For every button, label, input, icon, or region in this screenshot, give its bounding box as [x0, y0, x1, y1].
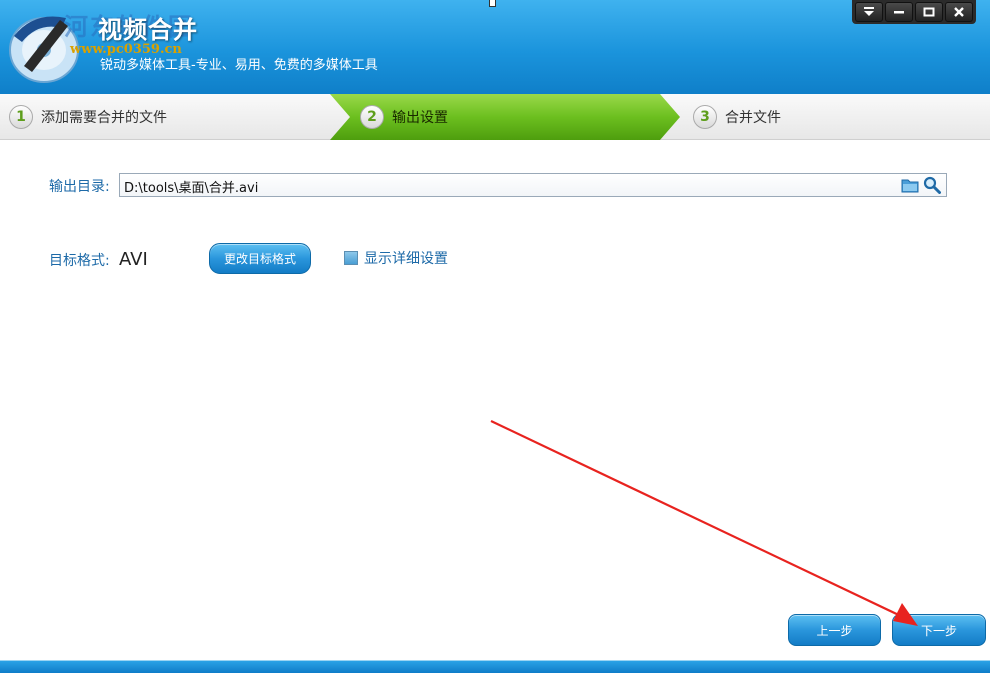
- target-format-label: 目标格式:: [49, 253, 110, 269]
- show-details-label[interactable]: 显示详细设置: [364, 248, 448, 268]
- next-step-button[interactable]: 下一步: [892, 614, 986, 646]
- app-window: 河东软件园 视频合并 www.pc0359.cn 锐动多媒体工具-专业、易用、免…: [0, 0, 990, 673]
- app-subtitle: 锐动多媒体工具-专业、易用、免费的多媒体工具: [100, 58, 378, 73]
- show-details-checkbox[interactable]: [344, 251, 358, 265]
- close-icon: [954, 7, 964, 17]
- step-3-label: 合并文件: [725, 110, 781, 126]
- output-path-value: D:\tools\桌面\合并.avi: [124, 181, 259, 196]
- output-path-field[interactable]: D:\tools\桌面\合并.avi: [119, 173, 947, 197]
- resize-handle[interactable]: [489, 0, 496, 7]
- step-1-number: 1: [9, 105, 33, 129]
- step-2-label: 输出设置: [392, 110, 448, 126]
- minimize-button[interactable]: [885, 2, 913, 22]
- close-button[interactable]: [945, 2, 973, 22]
- menu-icon: [864, 7, 874, 16]
- prev-step-button[interactable]: 上一步: [788, 614, 881, 646]
- target-format-value: AVI: [119, 249, 148, 270]
- step-3-number: 3: [693, 105, 717, 129]
- app-title: 视频合并: [98, 16, 198, 44]
- status-bar: [0, 660, 990, 673]
- step-2: 2 输出设置: [360, 94, 448, 140]
- minimize-icon: [894, 11, 904, 14]
- search-icon[interactable]: [923, 176, 941, 194]
- step-2-number: 2: [360, 105, 384, 129]
- title-bar: 河东软件园 视频合并 www.pc0359.cn 锐动多媒体工具-专业、易用、免…: [0, 0, 990, 94]
- window-controls: [852, 0, 976, 24]
- folder-icon[interactable]: [901, 177, 919, 193]
- maximize-button[interactable]: [915, 2, 943, 22]
- step-3: 3 合并文件: [693, 94, 781, 140]
- step-1: 1 添加需要合并的文件: [9, 94, 167, 140]
- maximize-icon: [923, 7, 935, 17]
- menu-button[interactable]: [855, 2, 883, 22]
- output-dir-label: 输出目录:: [49, 179, 110, 195]
- step-1-label: 添加需要合并的文件: [41, 110, 167, 126]
- change-format-button[interactable]: 更改目标格式: [209, 243, 311, 274]
